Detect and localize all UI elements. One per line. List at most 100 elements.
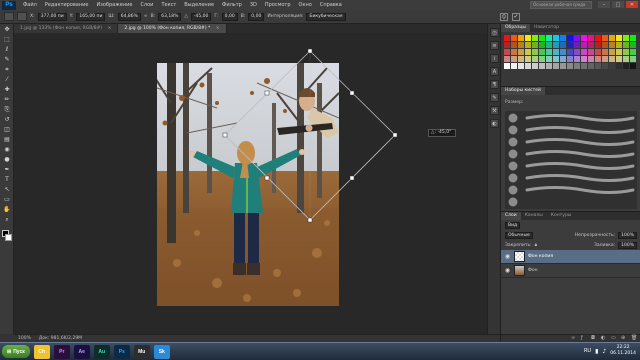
clone-stamp-icon[interactable]: ⎘	[2, 105, 12, 114]
tab-swatches[interactable]: Образцы	[501, 24, 530, 32]
color-swatch[interactable]	[504, 63, 510, 69]
color-swatch[interactable]	[539, 42, 545, 48]
crop-icon[interactable]: ⌗	[2, 65, 12, 74]
lasso-icon[interactable]: ℓ	[2, 45, 12, 54]
eraser-icon[interactable]: ◫	[2, 125, 12, 134]
color-swatch[interactable]	[609, 49, 615, 55]
color-swatch[interactable]	[546, 35, 552, 41]
color-swatch[interactable]	[595, 42, 601, 48]
blend-mode-select[interactable]: Обычные	[505, 231, 533, 239]
zoom-level[interactable]: 100%	[18, 336, 31, 341]
color-swatch[interactable]	[588, 56, 594, 62]
color-swatch[interactable]	[525, 42, 531, 48]
transform-handle-top-left[interactable]	[264, 90, 270, 96]
color-swatch[interactable]	[560, 56, 566, 62]
transform-handle-left[interactable]	[222, 132, 228, 138]
cancel-transform-icon[interactable]: ⦸	[500, 13, 508, 21]
brush-panel-icon[interactable]: ✎	[490, 93, 499, 102]
volume-icon[interactable]: ♪	[602, 348, 606, 355]
color-swatch[interactable]	[532, 63, 538, 69]
color-swatch[interactable]	[623, 49, 629, 55]
color-swatch[interactable]	[623, 42, 629, 48]
color-swatch[interactable]	[504, 49, 510, 55]
transform-handle-bottom[interactable]	[307, 217, 313, 223]
color-swatch[interactable]	[623, 63, 629, 69]
h-skew-field[interactable]: 0,00	[221, 12, 238, 21]
menu-3d[interactable]: 3D	[246, 2, 261, 8]
taskbar-premiere-icon[interactable]: Pr	[53, 344, 70, 359]
taskbar-photoshop-icon[interactable]: Ps	[113, 344, 130, 359]
character-panel-icon[interactable]: A	[490, 67, 499, 76]
color-swatch[interactable]	[504, 56, 510, 62]
start-button[interactable]: ⊞ Пуск	[2, 345, 30, 358]
color-swatch[interactable]	[574, 63, 580, 69]
color-swatch[interactable]	[560, 63, 566, 69]
history-brush-icon[interactable]: ↺	[2, 115, 12, 124]
color-swatch[interactable]	[504, 35, 510, 41]
layer-row[interactable]: ◉ Фон	[501, 264, 640, 278]
quick-select-icon[interactable]: ✎	[2, 55, 12, 64]
color-swatch[interactable]	[602, 42, 608, 48]
color-swatch[interactable]	[623, 35, 629, 41]
blur-icon[interactable]: ◉	[2, 145, 12, 154]
color-swatch[interactable]	[511, 35, 517, 41]
color-swatch[interactable]	[525, 63, 531, 69]
taskbar-chrome-icon[interactable]: Ch	[33, 344, 50, 359]
adjustments-icon[interactable]: ◐	[490, 119, 499, 128]
color-swatch[interactable]	[574, 42, 580, 48]
color-swatch[interactable]	[616, 42, 622, 48]
color-swatch[interactable]	[609, 42, 615, 48]
color-swatch[interactable]	[553, 42, 559, 48]
pen-icon[interactable]: ✒	[2, 165, 12, 174]
adjustment-layer-icon[interactable]: ◐	[601, 335, 607, 341]
type-icon[interactable]: T	[2, 175, 12, 184]
width-field[interactable]: 64,86%	[117, 12, 141, 21]
color-swatch[interactable]	[511, 49, 517, 55]
color-swatch[interactable]	[518, 49, 524, 55]
tab-channels[interactable]: Каналы	[521, 212, 547, 220]
layer-kind-filter[interactable]: Вид	[505, 221, 521, 229]
menu-edit[interactable]: Редактирование	[41, 2, 93, 8]
tab-paths[interactable]: Контуры	[547, 212, 576, 220]
color-swatch[interactable]	[532, 42, 538, 48]
y-field[interactable]: 165,00 пи	[76, 12, 106, 21]
color-swatch[interactable]	[560, 35, 566, 41]
fill-field[interactable]: 100%	[618, 241, 637, 249]
menu-select[interactable]: Выделение	[180, 2, 218, 8]
tab-close-icon[interactable]: ×	[216, 26, 220, 31]
path-select-icon[interactable]: ↖	[2, 185, 12, 194]
color-swatch[interactable]	[532, 49, 538, 55]
color-swatch[interactable]	[539, 35, 545, 41]
color-swatch[interactable]	[567, 49, 573, 55]
document-size[interactable]: Док: 981,6K/2,29M	[39, 336, 82, 341]
transform-handle-top-right[interactable]	[349, 90, 355, 96]
color-swatch[interactable]	[525, 35, 531, 41]
network-icon[interactable]: ▮	[595, 348, 598, 355]
color-swatch[interactable]	[630, 56, 636, 62]
color-swatch[interactable]	[518, 42, 524, 48]
maximize-button[interactable]: □	[612, 1, 624, 8]
color-swatch[interactable]	[609, 35, 615, 41]
color-swatch[interactable]	[595, 63, 601, 69]
color-swatch[interactable]	[532, 35, 538, 41]
color-swatch[interactable]	[574, 35, 580, 41]
color-swatch[interactable]	[581, 49, 587, 55]
hand-icon[interactable]: ✋	[2, 205, 12, 214]
link-layers-icon[interactable]: ∞	[571, 335, 577, 341]
tab-navigator[interactable]: Навигатор	[530, 24, 563, 32]
marquee-icon[interactable]: ⬚	[2, 35, 12, 44]
zoom-icon[interactable]: ⌕	[2, 215, 12, 224]
visibility-eye-icon[interactable]: ◉	[504, 267, 511, 274]
color-swatch[interactable]	[518, 56, 524, 62]
color-swatch[interactable]	[595, 35, 601, 41]
info-panel-icon[interactable]: i	[490, 54, 499, 63]
color-swatch[interactable]	[567, 63, 573, 69]
color-swatch[interactable]	[609, 63, 615, 69]
swatches-grid[interactable]	[504, 35, 638, 73]
color-swatch[interactable]	[553, 63, 559, 69]
color-swatch[interactable]	[525, 56, 531, 62]
color-swatch[interactable]	[602, 63, 608, 69]
color-swatch[interactable]	[602, 35, 608, 41]
color-swatch[interactable]	[539, 63, 545, 69]
taskbar-skype-icon[interactable]: Sk	[153, 344, 170, 359]
